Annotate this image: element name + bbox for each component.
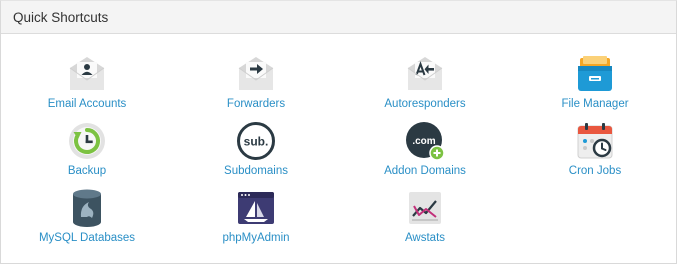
shortcut-cron-jobs[interactable]: Cron Jobs (515, 121, 675, 177)
addon-domains-icon-text: .com (412, 136, 435, 147)
shortcut-label: MySQL Databases (38, 232, 136, 244)
shortcut-forwarders[interactable]: Forwarders (176, 54, 336, 110)
subdomains-icon: sub. (237, 122, 275, 160)
shortcut-phpmyadmin[interactable]: phpMyAdmin (176, 188, 336, 244)
awstats-icon (409, 192, 441, 224)
mysql-databases-icon (73, 189, 101, 227)
addon-domains-icon: .com (406, 122, 445, 161)
phpmyadmin-icon (238, 192, 274, 224)
shortcut-label: Autoresponders (384, 98, 466, 110)
panel-title: Quick Shortcuts (13, 9, 109, 25)
file-manager-icon (578, 56, 612, 91)
subdomains-icon-text: sub. (244, 135, 269, 149)
shortcut-label: Backup (67, 165, 107, 177)
shortcut-addon-domains[interactable]: .com Addon Domains (345, 121, 505, 177)
shortcut-label: Awstats (404, 232, 446, 244)
shortcut-label: Email Accounts (47, 98, 127, 110)
shortcut-autoresponders[interactable]: Autoresponders (345, 54, 505, 110)
shortcut-subdomains[interactable]: sub. Subdomains (176, 121, 336, 177)
shortcut-awstats[interactable]: Awstats (345, 188, 505, 244)
autoresponders-icon (407, 57, 443, 90)
panel-header: Quick Shortcuts (1, 1, 676, 34)
quick-shortcuts-panel: Quick Shortcuts Email Accounts Forwarder… (0, 0, 677, 264)
shortcut-label: Forwarders (226, 98, 286, 110)
shortcut-email-accounts[interactable]: Email Accounts (7, 54, 167, 110)
shortcut-label: phpMyAdmin (222, 232, 290, 244)
shortcut-label: File Manager (561, 98, 629, 110)
cron-jobs-icon (577, 123, 613, 159)
shortcut-label: Addon Domains (384, 165, 466, 177)
forwarders-icon (238, 57, 274, 90)
shortcut-label: Cron Jobs (568, 165, 622, 177)
shortcut-file-manager[interactable]: File Manager (515, 54, 675, 110)
shortcut-mysql-databases[interactable]: MySQL Databases (7, 188, 167, 244)
shortcut-label: Subdomains (224, 165, 288, 177)
backup-icon (69, 123, 105, 159)
shortcut-backup[interactable]: Backup (7, 121, 167, 177)
email-accounts-icon (69, 57, 105, 90)
